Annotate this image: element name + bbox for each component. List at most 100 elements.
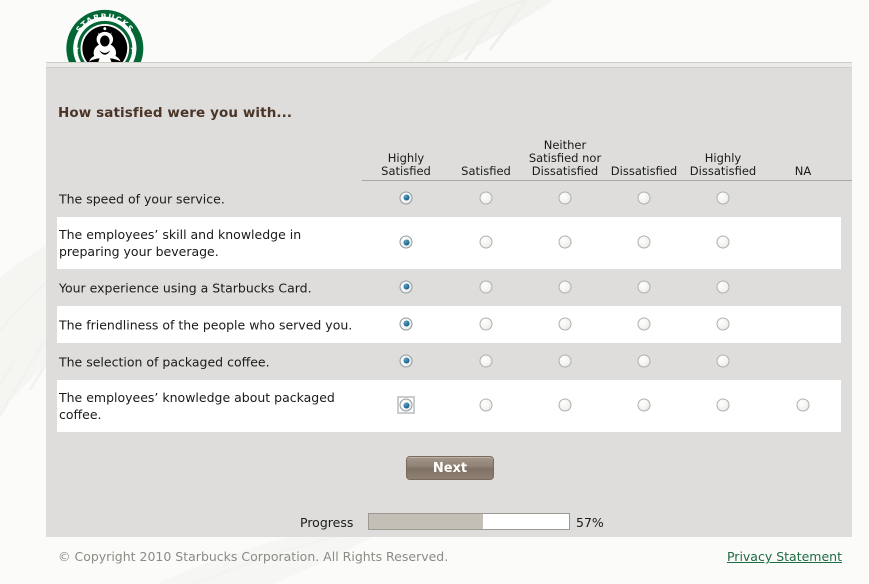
radio-dissatisfied[interactable] xyxy=(637,317,651,330)
radio-wrapper[interactable] xyxy=(479,280,493,293)
radio-wrapper[interactable] xyxy=(558,280,572,293)
radio-cell-neither[interactable] xyxy=(558,234,572,253)
radio-cell-highly-dissatisfied[interactable] xyxy=(716,397,730,416)
radio-wrapper[interactable] xyxy=(399,317,413,330)
radio-highly-dissatisfied[interactable] xyxy=(716,235,730,249)
radio-highly-dissatisfied[interactable] xyxy=(716,317,730,330)
radio-highly-satisfied-selected[interactable] xyxy=(399,235,413,249)
radio-satisfied[interactable] xyxy=(479,398,493,412)
radio-cell-dissatisfied[interactable] xyxy=(637,397,651,416)
radio-wrapper[interactable] xyxy=(399,191,413,204)
radio-cell-neither[interactable] xyxy=(558,315,572,334)
radio-wrapper[interactable] xyxy=(716,354,730,367)
radio-cell-satisfied[interactable] xyxy=(479,189,493,208)
radio-dissatisfied[interactable] xyxy=(637,235,651,249)
radio-neither[interactable] xyxy=(558,354,572,367)
radio-cell-highly-satisfied[interactable] xyxy=(399,315,413,334)
radio-wrapper[interactable] xyxy=(716,191,730,204)
radio-highly-satisfied-selected[interactable] xyxy=(399,191,413,204)
radio-cell-highly-dissatisfied[interactable] xyxy=(716,234,730,253)
radio-cell-highly-dissatisfied[interactable] xyxy=(716,315,730,334)
radio-wrapper[interactable] xyxy=(399,280,413,293)
radio-cell-highly-dissatisfied[interactable] xyxy=(716,352,730,371)
radio-wrapper[interactable] xyxy=(399,235,413,249)
radio-cell-highly-dissatisfied[interactable] xyxy=(716,189,730,208)
radio-highly-dissatisfied[interactable] xyxy=(716,398,730,412)
radio-wrapper[interactable] xyxy=(716,398,730,412)
radio-cell-highly-satisfied[interactable] xyxy=(399,278,413,297)
radio-cell-satisfied[interactable] xyxy=(479,234,493,253)
radio-cell-neither[interactable] xyxy=(558,278,572,297)
radio-neither[interactable] xyxy=(558,398,572,412)
radio-cell-highly-satisfied[interactable] xyxy=(399,189,413,208)
radio-cell-neither[interactable] xyxy=(558,397,572,416)
radio-satisfied[interactable] xyxy=(479,191,493,204)
radio-wrapper[interactable] xyxy=(637,280,651,293)
matrix-header-row: Highly Satisfied Satisfied Neither Satisfied… xyxy=(46,130,852,180)
radio-na[interactable] xyxy=(796,398,810,412)
radio-wrapper[interactable] xyxy=(479,317,493,330)
radio-dissatisfied[interactable] xyxy=(637,191,651,204)
radio-dissatisfied[interactable] xyxy=(637,354,651,367)
radio-cell-dissatisfied[interactable] xyxy=(637,315,651,334)
radio-cell-highly-dissatisfied[interactable] xyxy=(716,278,730,297)
radio-cell-neither[interactable] xyxy=(558,352,572,371)
radio-satisfied[interactable] xyxy=(479,354,493,367)
radio-wrapper[interactable] xyxy=(558,354,572,367)
radio-highly-satisfied-selected[interactable] xyxy=(399,280,413,293)
radio-wrapper[interactable] xyxy=(637,354,651,367)
radio-cell-dissatisfied[interactable] xyxy=(637,189,651,208)
radio-neither[interactable] xyxy=(558,317,572,330)
radio-highly-dissatisfied[interactable] xyxy=(716,354,730,367)
radio-highly-satisfied-selected[interactable] xyxy=(399,317,413,330)
radio-wrapper[interactable] xyxy=(637,317,651,330)
radio-cell-neither[interactable] xyxy=(558,189,572,208)
radio-satisfied[interactable] xyxy=(479,280,493,293)
radio-wrapper[interactable] xyxy=(716,280,730,293)
privacy-statement-link[interactable]: Privacy Statement xyxy=(727,549,842,564)
radio-wrapper[interactable] xyxy=(558,398,572,412)
radio-cell-highly-satisfied[interactable] xyxy=(399,352,413,371)
radio-cell-highly-satisfied[interactable] xyxy=(397,396,415,416)
radio-wrapper[interactable] xyxy=(716,235,730,249)
radio-wrapper[interactable] xyxy=(637,191,651,204)
radio-wrapper[interactable] xyxy=(558,235,572,249)
radio-wrapper[interactable] xyxy=(558,191,572,204)
radio-cell-satisfied[interactable] xyxy=(479,397,493,416)
matrix-row: The friendliness of the people who serve… xyxy=(46,306,852,343)
matrix-row: The employees’ skill and knowledge in pr… xyxy=(46,217,852,269)
radio-wrapper[interactable] xyxy=(637,235,651,249)
radio-dissatisfied[interactable] xyxy=(637,280,651,293)
radio-cell-satisfied[interactable] xyxy=(479,315,493,334)
radio-wrapper[interactable] xyxy=(796,398,810,412)
radio-wrapper[interactable] xyxy=(479,235,493,249)
radio-cell-satisfied[interactable] xyxy=(479,352,493,371)
radio-wrapper[interactable] xyxy=(479,398,493,412)
next-button[interactable]: Next xyxy=(406,456,494,480)
radio-highly-satisfied-selected[interactable] xyxy=(399,398,413,412)
matrix-row: Your experience using a Starbucks Card. xyxy=(46,269,852,306)
radio-highly-dissatisfied[interactable] xyxy=(716,280,730,293)
radio-cell-dissatisfied[interactable] xyxy=(637,352,651,371)
radio-dissatisfied[interactable] xyxy=(637,398,651,412)
radio-wrapper[interactable] xyxy=(637,398,651,412)
radio-wrapper[interactable] xyxy=(399,354,413,367)
radio-satisfied[interactable] xyxy=(479,317,493,330)
radio-cell-satisfied[interactable] xyxy=(479,278,493,297)
radio-cell-highly-satisfied[interactable] xyxy=(399,234,413,253)
radio-neither[interactable] xyxy=(558,280,572,293)
radio-neither[interactable] xyxy=(558,235,572,249)
radio-wrapper[interactable] xyxy=(558,317,572,330)
question-label: Your experience using a Starbucks Card. xyxy=(59,280,312,295)
radio-satisfied[interactable] xyxy=(479,235,493,249)
radio-cell-dissatisfied[interactable] xyxy=(637,278,651,297)
radio-highly-satisfied-selected[interactable] xyxy=(399,354,413,367)
radio-cell-na[interactable] xyxy=(796,397,810,416)
radio-wrapper[interactable] xyxy=(397,396,415,414)
radio-wrapper[interactable] xyxy=(716,317,730,330)
radio-wrapper[interactable] xyxy=(479,191,493,204)
radio-wrapper[interactable] xyxy=(479,354,493,367)
radio-neither[interactable] xyxy=(558,191,572,204)
radio-cell-dissatisfied[interactable] xyxy=(637,234,651,253)
radio-highly-dissatisfied[interactable] xyxy=(716,191,730,204)
